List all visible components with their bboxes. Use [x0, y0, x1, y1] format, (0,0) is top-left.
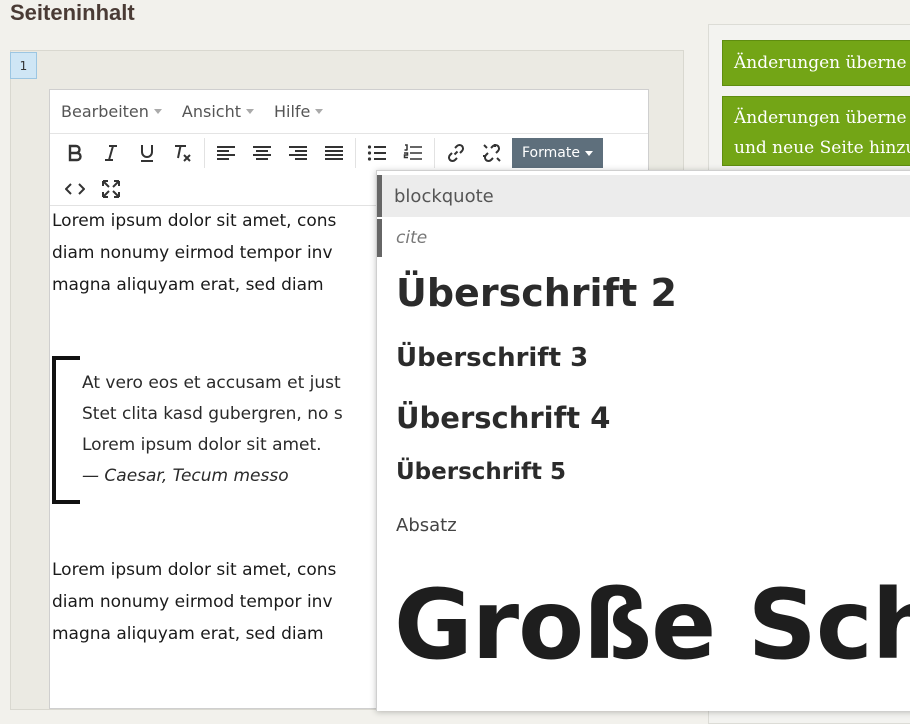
blockquote-bracket-bottom — [56, 500, 80, 504]
menu-help[interactable]: Hilfe — [273, 102, 324, 121]
bold-button[interactable] — [57, 138, 93, 168]
blockquote-citation: — Caesar, Tecum messo — [82, 466, 289, 486]
bullet-list-button[interactable] — [359, 138, 395, 168]
apply-changes-add-page-button[interactable]: Änderungen überne und neue Seite hinzu — [722, 96, 910, 166]
formats-dropdown-button[interactable]: Formate — [512, 138, 603, 168]
section-number-badge[interactable]: 1 — [10, 52, 37, 79]
chevron-down-icon — [584, 150, 593, 156]
format-option-heading-4[interactable]: Überschrift 4 — [396, 401, 910, 435]
underline-button[interactable] — [129, 138, 165, 168]
unlink-icon — [483, 143, 501, 163]
bold-icon — [68, 144, 82, 162]
paragraph-line: diam nonumy eirmod tempor inv — [52, 243, 333, 263]
chevron-down-icon — [153, 109, 162, 114]
menu-help-label: Hilfe — [273, 102, 311, 121]
format-option-paragraph[interactable]: Absatz — [396, 515, 910, 536]
source-code-button[interactable] — [57, 174, 93, 204]
paragraph-line: magna aliquyam erat, sed diam — [52, 275, 324, 295]
chevron-down-icon — [315, 109, 324, 114]
format-option-heading-2[interactable]: Überschrift 2 — [396, 271, 910, 315]
formats-dropdown-menu: blockquote cite Überschrift 2 Überschrif… — [376, 170, 910, 711]
italic-icon — [105, 145, 117, 161]
paragraph-line: diam nonumy eirmod tempor inv — [52, 592, 333, 612]
apply-changes-button[interactable]: Änderungen überne — [722, 40, 910, 86]
align-right-button[interactable] — [280, 138, 316, 168]
format-option-heading-5[interactable]: Überschrift 5 — [396, 459, 910, 485]
fullscreen-icon — [102, 179, 120, 198]
align-right-icon — [289, 146, 307, 160]
clear-format-icon — [175, 145, 191, 162]
blockquote-line: Stet clita kasd gubergren, no s — [82, 404, 343, 424]
fullscreen-button[interactable] — [93, 174, 129, 204]
editor-toolbar: Formate — [50, 135, 648, 171]
format-option-large-text[interactable]: Große Schr — [394, 569, 910, 681]
menu-view-label: Ansicht — [181, 102, 241, 121]
format-option-blockquote[interactable]: blockquote — [377, 175, 910, 217]
paragraph-1[interactable]: Lorem ipsum dolor sit amet, cons diam no… — [52, 205, 336, 301]
align-justify-icon — [325, 146, 343, 160]
align-center-icon — [253, 146, 271, 160]
numbered-list-button[interactable] — [395, 138, 431, 168]
toolbar-divider — [355, 138, 356, 168]
link-icon — [447, 143, 465, 163]
align-left-button[interactable] — [208, 138, 244, 168]
paragraph-2[interactable]: Lorem ipsum dolor sit amet, cons diam no… — [52, 554, 336, 650]
menu-edit[interactable]: Bearbeiten — [61, 102, 162, 121]
button-label-line: und neue Seite hinzu — [734, 138, 910, 158]
align-justify-button[interactable] — [316, 138, 352, 168]
numbered-list-icon — [403, 144, 422, 160]
underline-icon — [141, 145, 153, 162]
format-option-heading-3[interactable]: Überschrift 3 — [396, 343, 910, 373]
editor-menubar: Bearbeiten Ansicht Hilfe — [50, 90, 648, 134]
bullet-list-icon — [367, 145, 386, 161]
align-left-icon — [217, 146, 235, 160]
format-option-cite[interactable]: cite — [377, 219, 910, 257]
paragraph-line: Lorem ipsum dolor sit amet, cons — [52, 211, 337, 231]
blockquote-text: At vero eos et accusam et just Stet clit… — [82, 368, 343, 492]
align-center-button[interactable] — [244, 138, 280, 168]
paragraph-line: magna aliquyam erat, sed diam — [52, 624, 324, 644]
page-title: Seiteninhalt — [10, 0, 135, 25]
link-button[interactable] — [438, 138, 474, 168]
blockquote-bracket-top — [56, 356, 80, 360]
button-label-line: Änderungen überne — [734, 108, 907, 128]
paragraph-line: Lorem ipsum dolor sit amet, cons — [52, 560, 337, 580]
toolbar-divider — [204, 138, 205, 168]
italic-button[interactable] — [93, 138, 129, 168]
blockquote[interactable]: At vero eos et accusam et just Stet clit… — [52, 356, 372, 504]
menu-edit-label: Bearbeiten — [61, 102, 149, 121]
menu-view[interactable]: Ansicht — [182, 102, 254, 121]
source-code-icon — [65, 182, 85, 195]
clear-format-button[interactable] — [165, 138, 201, 168]
formats-button-label: Formate — [522, 145, 580, 161]
blockquote-line: At vero eos et accusam et just — [82, 373, 341, 393]
unlink-button[interactable] — [474, 138, 510, 168]
chevron-down-icon — [245, 109, 254, 114]
toolbar-divider — [434, 138, 435, 168]
blockquote-line: Lorem ipsum dolor sit amet. — [82, 435, 322, 455]
